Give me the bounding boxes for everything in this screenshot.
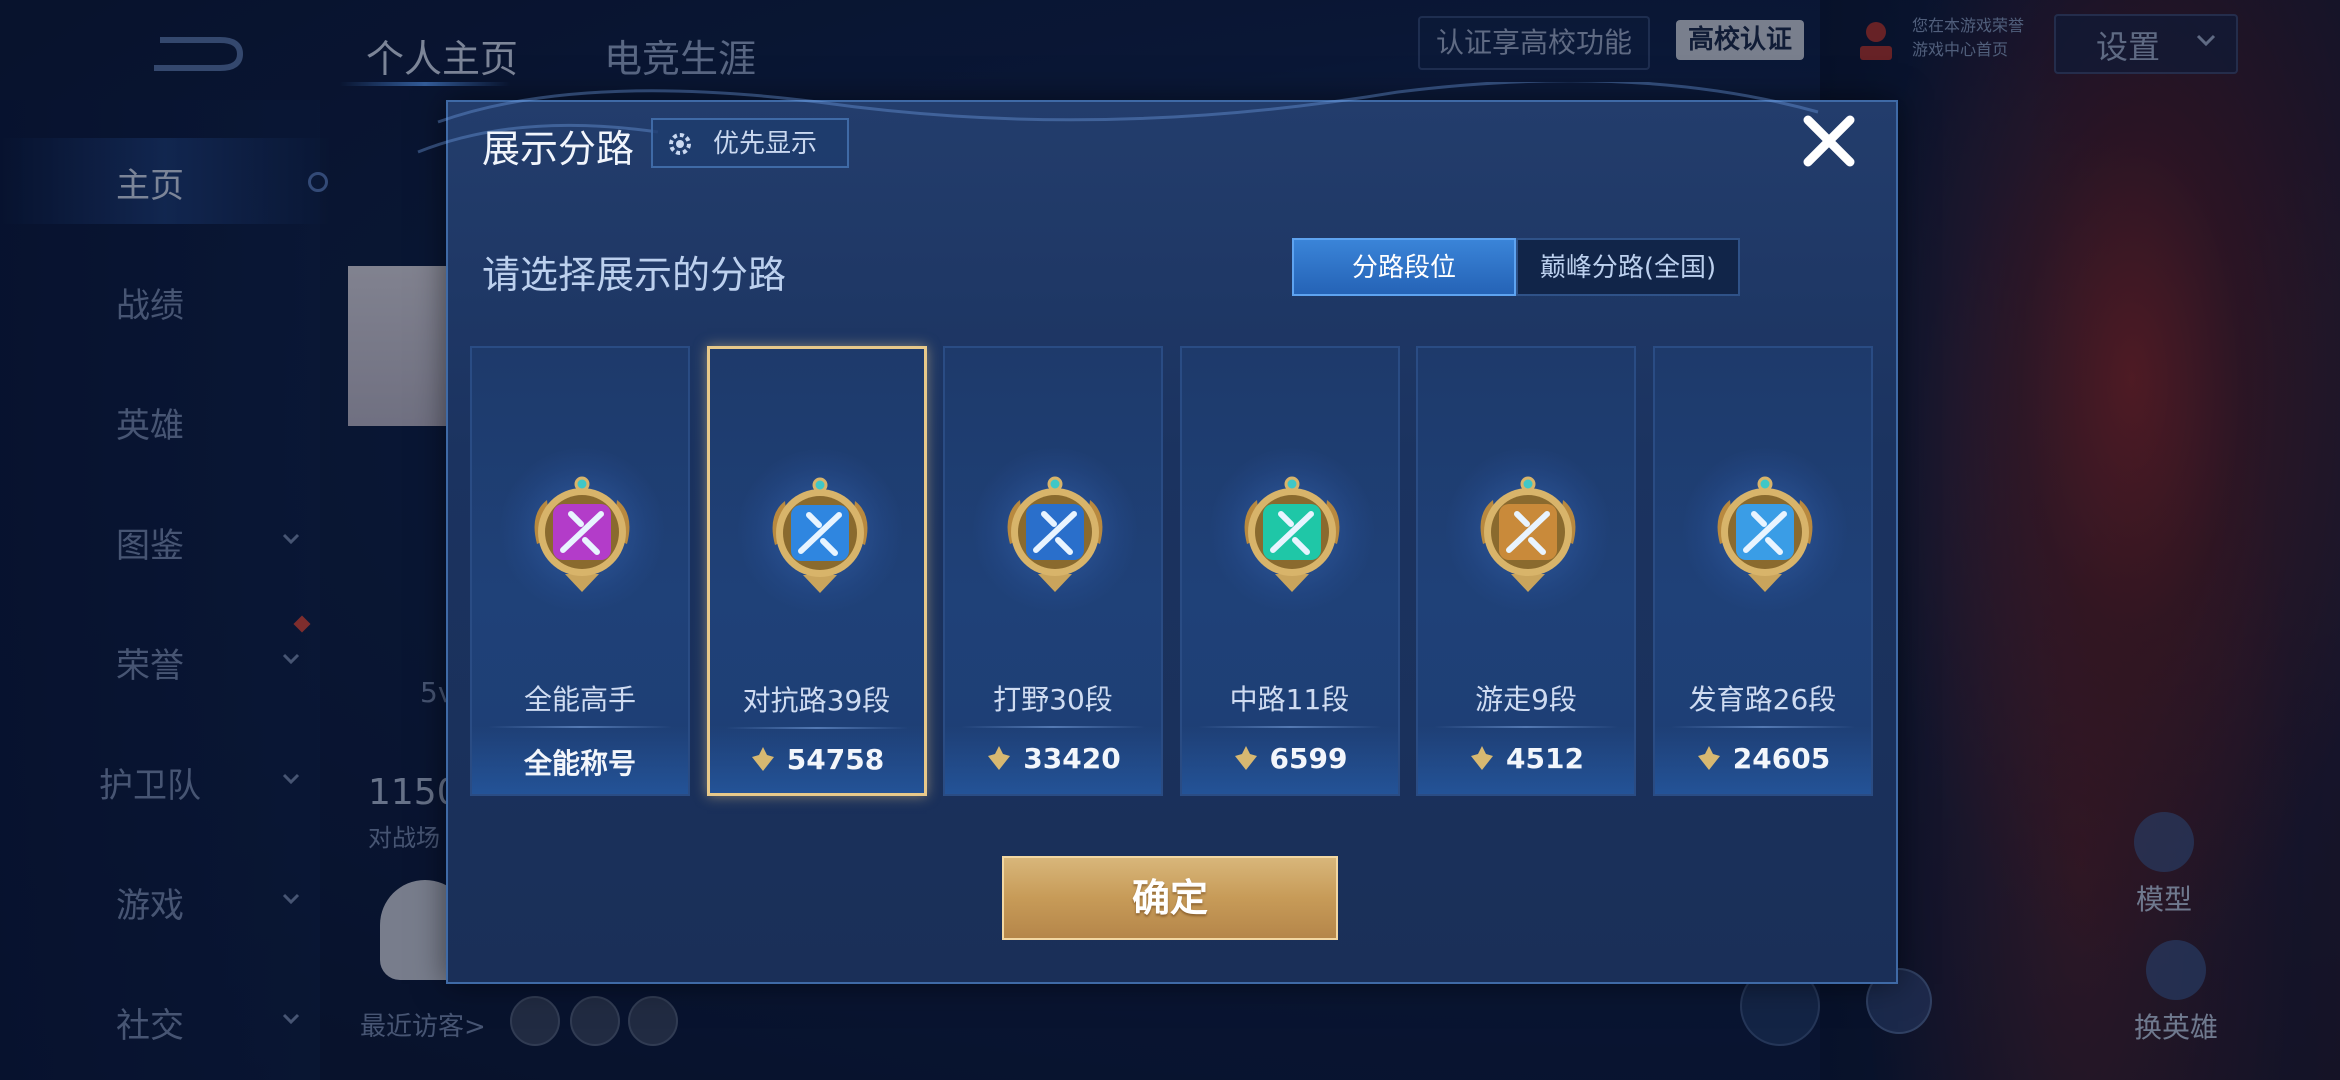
lane-card[interactable]: 游走9段 4512	[1416, 346, 1636, 796]
lane-score-value: 24605	[1732, 742, 1831, 775]
lane-score: 33420	[945, 742, 1161, 775]
lane-score-value: 54758	[786, 743, 885, 776]
clash-lane-badge-icon	[772, 477, 867, 593]
lane-card[interactable]: 全能高手 全能称号	[470, 346, 690, 796]
lane-score-value: 4512	[1506, 742, 1584, 775]
priority-display-label: 优先显示	[713, 129, 818, 159]
lane-score: 24605	[1655, 742, 1871, 775]
lane-name: 发育路26段	[1688, 683, 1837, 716]
lane-score: 全能称号	[472, 742, 688, 782]
tab-lane-rank[interactable]: 分路段位	[1292, 238, 1516, 296]
lane-name: 中路11段	[1229, 683, 1350, 716]
peak-points-icon	[1234, 746, 1257, 770]
lane-score-value: 33420	[1023, 742, 1121, 775]
versatile-badge-icon	[534, 476, 630, 592]
mid-lane-badge-icon	[1244, 476, 1339, 592]
priority-display-button[interactable]: 优先显示	[651, 118, 849, 168]
lane-score: 54758	[710, 743, 924, 776]
jungle-badge-icon	[1007, 476, 1103, 592]
lane-score-value: 全能称号	[523, 747, 636, 780]
lane-card[interactable]: 中路11段 6599	[1179, 346, 1400, 796]
lane-score: 6599	[1182, 742, 1398, 775]
gear-icon	[669, 133, 691, 155]
tab-peak-lane-national[interactable]: 巅峰分路(全国)	[1516, 238, 1740, 296]
dialog-title: 展示分路	[482, 127, 635, 171]
lane-card[interactable]: 对抗路39段 54758	[706, 346, 927, 796]
lane-name: 全能高手	[523, 683, 636, 716]
lane-card[interactable]: 打野30段 33420	[943, 346, 1163, 796]
lane-card[interactable]: 发育路26段 24605	[1652, 346, 1873, 796]
lane-score: 4512	[1418, 742, 1634, 775]
lane-name: 打野30段	[993, 683, 1113, 716]
close-icon[interactable]	[1800, 112, 1858, 170]
lane-name: 游走9段	[1475, 683, 1577, 716]
peak-points-icon	[1697, 746, 1720, 770]
roam-badge-icon	[1480, 476, 1576, 592]
lane-score-value: 6599	[1269, 742, 1348, 775]
confirm-button[interactable]: 确定	[1002, 856, 1338, 940]
farm-lane-badge-icon	[1717, 476, 1812, 592]
peak-points-icon	[988, 746, 1011, 770]
peak-points-icon	[751, 747, 774, 771]
selection-prompt: 请选择展示的分路	[482, 253, 787, 297]
lane-name: 对抗路39段	[742, 684, 891, 717]
peak-points-icon	[1471, 746, 1494, 770]
